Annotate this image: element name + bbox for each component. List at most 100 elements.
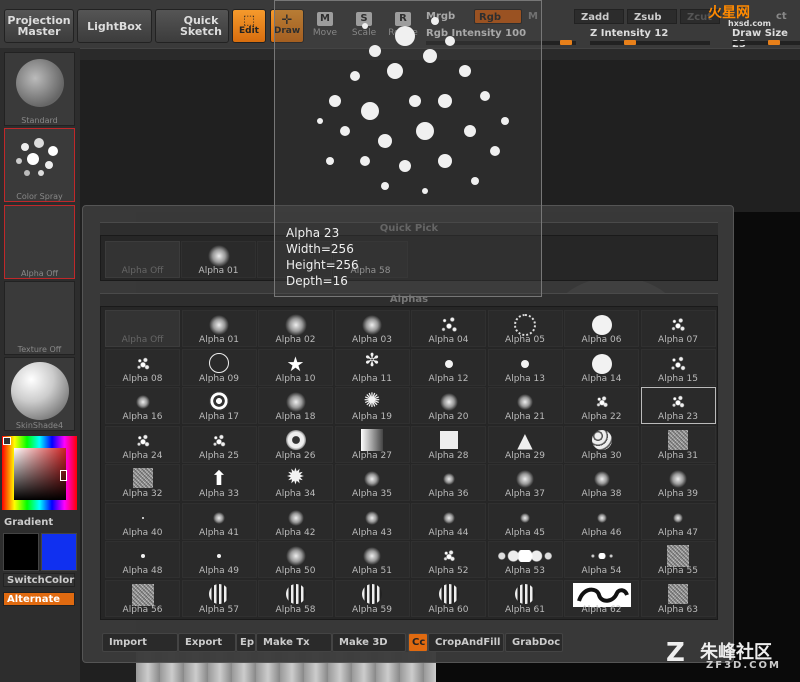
alpha-item[interactable]: Alpha 06 <box>564 310 639 347</box>
alpha-item[interactable]: Alpha 54 <box>564 541 639 578</box>
alpha-item[interactable]: Alpha 24 <box>105 425 180 463</box>
zadd-button[interactable]: Zadd <box>574 9 624 24</box>
alpha-item[interactable]: Alpha 36 <box>411 464 486 501</box>
alpha-item[interactable]: Alpha 44 <box>411 502 486 540</box>
grabdoc-button[interactable]: GrabDoc <box>505 633 563 652</box>
alpha-item[interactable]: Alpha 25 <box>181 425 257 463</box>
import-button[interactable]: Import <box>102 633 178 652</box>
alpha-item[interactable]: Alpha 08 <box>105 348 180 386</box>
ep-button[interactable]: Ep <box>236 633 256 652</box>
alpha-item[interactable]: Alpha 45 <box>487 502 563 540</box>
alpha-item[interactable]: Alpha 49 <box>181 541 257 578</box>
alpha-item[interactable]: Alpha 05 <box>487 310 563 347</box>
projection-master-button[interactable]: Projection Master <box>4 9 74 43</box>
zsub-button[interactable]: Zsub <box>627 9 677 24</box>
alpha-item[interactable]: Alpha 51 <box>334 541 410 578</box>
alpha-item[interactable]: Alpha 03 <box>334 310 410 347</box>
alpha-item[interactable]: Alpha 20 <box>411 387 486 424</box>
alpha-item[interactable]: Alpha 30 <box>564 425 639 463</box>
gradient-label[interactable]: Gradient <box>4 517 53 528</box>
z-intensity-slider[interactable] <box>590 40 710 45</box>
alpha-item[interactable]: Alpha 61 <box>487 579 563 617</box>
alpha-item[interactable]: Alpha 16 <box>105 387 180 424</box>
alpha-item[interactable]: Alpha 48 <box>105 541 180 578</box>
texture-thumbnail[interactable]: Texture Off <box>4 281 75 355</box>
alpha-item[interactable]: Alpha 14 <box>564 348 639 386</box>
alpha-item[interactable]: Alpha 07 <box>640 310 716 347</box>
alpha-item[interactable]: Alpha 58 <box>258 579 333 617</box>
alpha-item[interactable]: ⬆ Alpha 33 <box>181 464 257 501</box>
alpha-item[interactable]: Alpha 62 <box>564 579 639 617</box>
alternate-button[interactable]: Alternate <box>3 592 75 606</box>
alpha-item[interactable]: Alpha 55 <box>640 541 716 578</box>
alpha-item[interactable]: Alpha 40 <box>105 502 180 540</box>
alpha-item[interactable]: Alpha 50 <box>258 541 333 578</box>
make-tx-button[interactable]: Make Tx <box>256 633 332 652</box>
alpha-item[interactable]: Alpha 53 <box>487 541 563 578</box>
export-button[interactable]: Export <box>178 633 236 652</box>
quick-pick-item[interactable]: Alpha 01 <box>181 241 256 278</box>
stroke-thumbnail-color-spray[interactable]: Color Spray <box>4 128 75 202</box>
alpha-item[interactable]: Alpha 28 <box>411 425 486 463</box>
color-picker-square[interactable] <box>14 448 66 500</box>
alpha-item[interactable]: Alpha 63 <box>640 579 716 617</box>
alpha-item[interactable]: Alpha 43 <box>334 502 410 540</box>
z-intensity-knob[interactable] <box>624 40 636 45</box>
alpha-item[interactable]: Alpha 17 <box>181 387 257 424</box>
alpha-item[interactable]: Alpha 52 <box>411 541 486 578</box>
alpha-item[interactable]: Alpha 27 <box>334 425 410 463</box>
cropandfill-button[interactable]: CropAndFill <box>428 633 504 652</box>
switchcolor-button[interactable]: SwitchColor <box>3 573 75 587</box>
alpha-item[interactable]: Alpha 46 <box>564 502 639 540</box>
brush-thumbnail-standard[interactable]: Standard <box>4 52 75 126</box>
alpha-item[interactable]: ★ Alpha 10 <box>258 348 333 386</box>
quick-pick-item[interactable]: Alpha Off <box>105 241 180 278</box>
alpha-item[interactable]: Alpha 12 <box>411 348 486 386</box>
alpha-item[interactable]: Alpha 18 <box>258 387 333 424</box>
alpha-item[interactable]: Alpha 37 <box>487 464 563 501</box>
alpha-item[interactable]: Alpha 39 <box>640 464 716 501</box>
alpha-item[interactable]: ✹ Alpha 34 <box>258 464 333 501</box>
alpha-item[interactable]: Alpha 31 <box>640 425 716 463</box>
lightbox-button[interactable]: LightBox <box>77 9 152 43</box>
focal-button[interactable]: ct <box>776 11 787 22</box>
alpha-item[interactable]: Alpha 41 <box>181 502 257 540</box>
alpha-item[interactable]: Alpha 15 <box>640 348 716 386</box>
main-color-swatch[interactable] <box>3 533 39 571</box>
alpha-item[interactable]: Alpha 21 <box>487 387 563 424</box>
alpha-item[interactable]: Alpha 09 <box>181 348 257 386</box>
alpha-item[interactable]: Alpha 32 <box>105 464 180 501</box>
alpha-item[interactable]: ▲ Alpha 29 <box>487 425 563 463</box>
alpha-item[interactable]: Alpha 38 <box>564 464 639 501</box>
alpha-thumbnail[interactable]: Alpha Off <box>4 205 75 279</box>
make-3d-button[interactable]: Make 3D <box>332 633 406 652</box>
alpha-item[interactable]: ✺ Alpha 19 <box>334 387 410 424</box>
secondary-color-swatch[interactable] <box>41 533 77 571</box>
alpha-item[interactable]: Alpha 22 <box>564 387 639 424</box>
alpha-thumbnail-icon <box>515 583 535 604</box>
alpha-item[interactable]: Alpha 59 <box>334 579 410 617</box>
alpha-item[interactable]: Alpha 26 <box>258 425 333 463</box>
quick-sketch-button[interactable]: Quick Sketch <box>155 9 229 43</box>
edit-button[interactable]: ⬚ Edit <box>232 9 266 43</box>
alpha-item[interactable]: Alpha 04 <box>411 310 486 347</box>
color-picker[interactable] <box>2 436 77 510</box>
material-thumbnail[interactable]: SkinShade4 <box>4 357 75 431</box>
draw-size-slider[interactable] <box>732 40 800 45</box>
draw-size-knob[interactable] <box>768 40 780 45</box>
alpha-item[interactable]: Alpha 01 <box>181 310 257 347</box>
alpha-item[interactable]: Alpha 23 <box>640 387 716 424</box>
alpha-item[interactable]: Alpha 13 <box>487 348 563 386</box>
alpha-item[interactable]: Alpha 02 <box>258 310 333 347</box>
alpha-item[interactable]: Alpha 60 <box>411 579 486 617</box>
alpha-item[interactable]: Alpha 47 <box>640 502 716 540</box>
alpha-item[interactable]: ✼ Alpha 11 <box>334 348 410 386</box>
rgb-intensity-knob[interactable] <box>560 40 572 45</box>
alpha-item[interactable]: Alpha 57 <box>181 579 257 617</box>
alpha-item[interactable]: Alpha Off <box>105 310 180 347</box>
alpha-item-label: Alpha 34 <box>275 489 316 499</box>
cc-button[interactable]: Cc <box>408 633 428 652</box>
alpha-item[interactable]: Alpha 56 <box>105 579 180 617</box>
alpha-item[interactable]: Alpha 35 <box>334 464 410 501</box>
alpha-item[interactable]: Alpha 42 <box>258 502 333 540</box>
